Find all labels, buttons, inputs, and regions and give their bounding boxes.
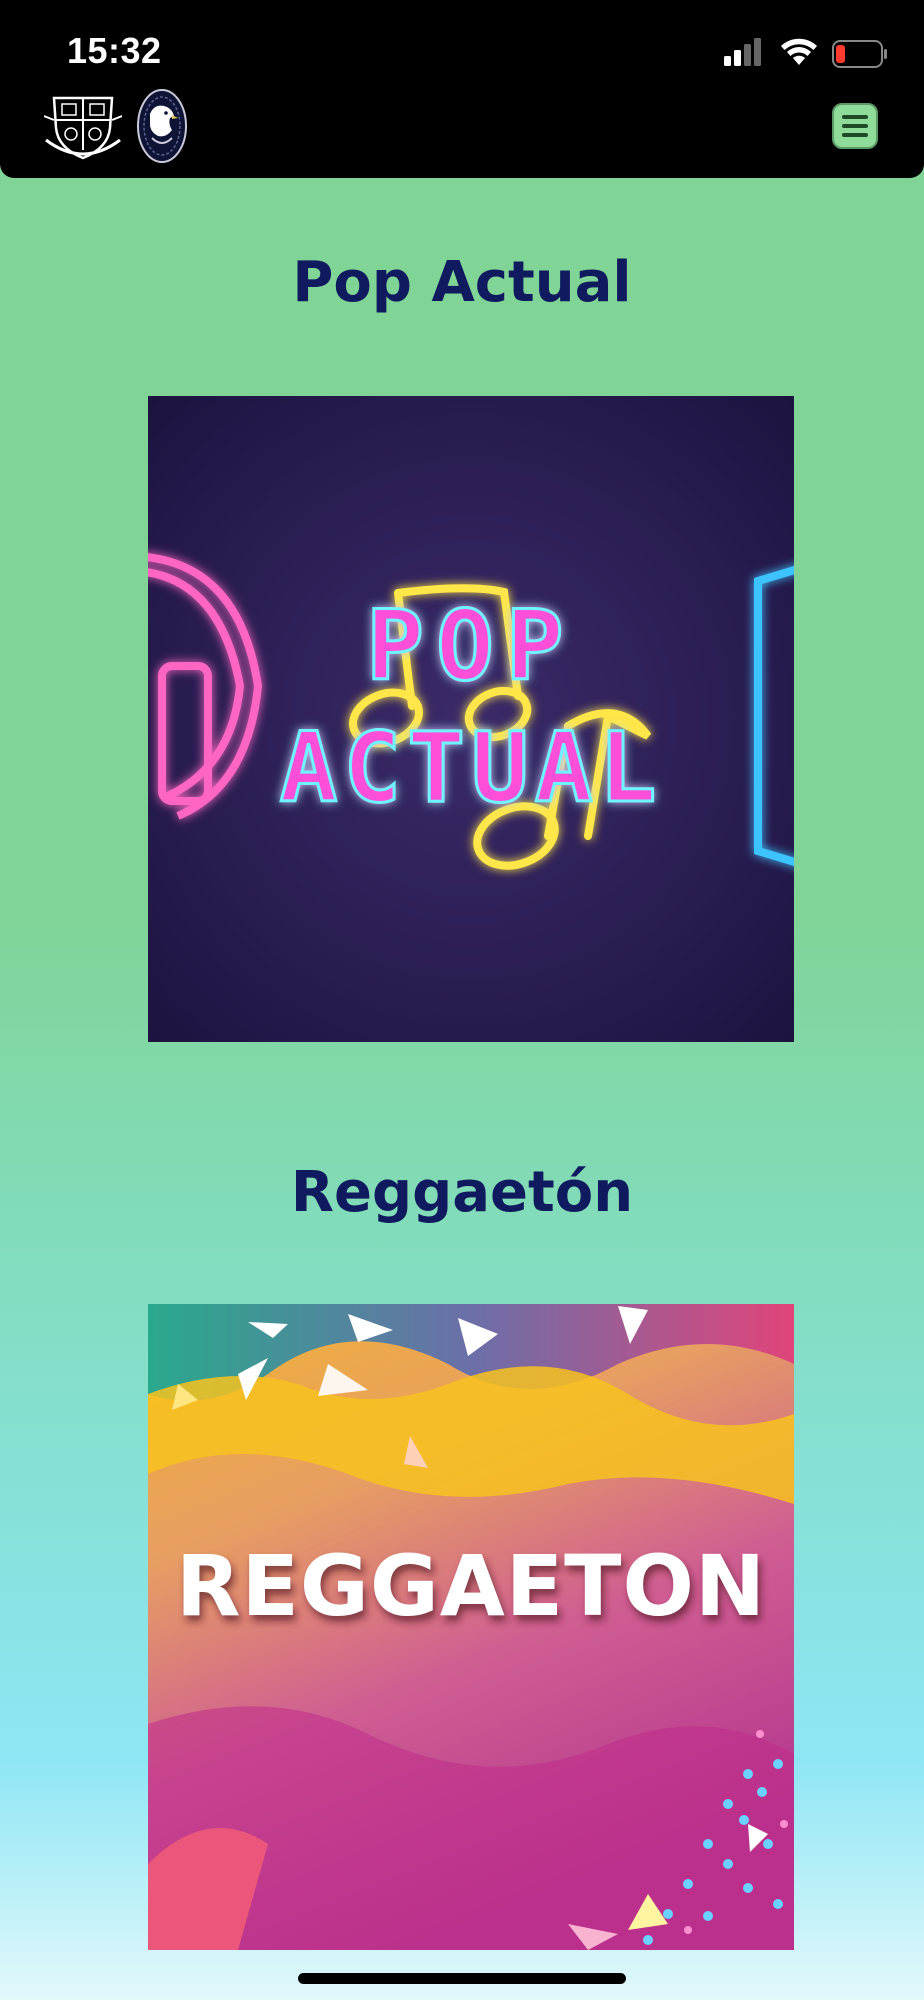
section-title-pop-actual: Pop Actual: [292, 250, 632, 315]
pop-cover-line1: POP: [366, 590, 575, 702]
reggaeton-cover[interactable]: REGGAETON: [148, 1304, 794, 1950]
status-icons: [724, 38, 894, 70]
battery-low-icon: [832, 40, 887, 68]
school-crest-icon[interactable]: [44, 90, 122, 162]
eagle-emblem-icon[interactable]: [136, 88, 188, 164]
wifi-icon: [781, 38, 817, 65]
reggaeton-cover-text: REGGAETON: [176, 1537, 766, 1635]
app-header: 15:32: [0, 0, 924, 178]
cellular-signal-icon: [724, 38, 761, 66]
home-indicator[interactable]: [298, 1973, 626, 1984]
section-title-reggaeton: Reggaetón: [290, 1160, 634, 1225]
pop-cover-line2: ACTUAL: [280, 712, 663, 824]
pop-actual-cover[interactable]: POP ACTUAL: [148, 396, 794, 1042]
hamburger-menu-icon[interactable]: [832, 103, 878, 149]
status-time: 15:32: [67, 30, 162, 71]
